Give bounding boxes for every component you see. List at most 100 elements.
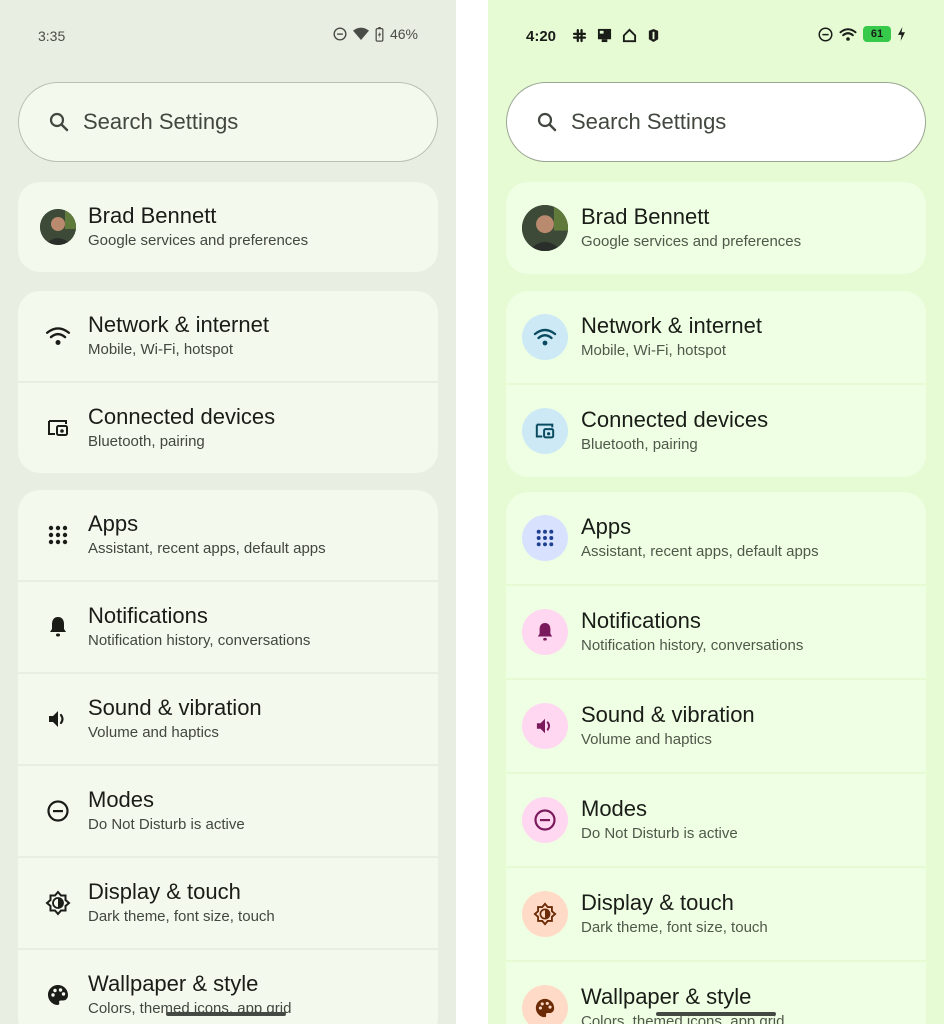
- battery-indicator: 61: [863, 26, 891, 42]
- settings-item-network[interactable]: Network & internet Mobile, Wi-Fi, hotspo…: [506, 291, 926, 383]
- account-name: Brad Bennett: [88, 203, 217, 228]
- settings-item-subtitle: Volume and haptics: [88, 724, 219, 741]
- apps-grid-icon: [40, 517, 76, 553]
- search-bar[interactable]: Search Settings: [506, 82, 926, 162]
- wifi-icon: [40, 318, 76, 354]
- status-icons: 46%: [333, 26, 418, 42]
- brightness-icon: [40, 885, 76, 921]
- settings-item-subtitle: Dark theme, font size, touch: [581, 919, 768, 936]
- avatar-container: [40, 209, 76, 245]
- settings-item-title: Notifications: [581, 608, 701, 633]
- avatar: [40, 209, 76, 245]
- search-placeholder: Search Settings: [83, 109, 239, 134]
- settings-item-title: Sound & vibration: [88, 695, 262, 720]
- bell-icon: [40, 609, 76, 645]
- divider: [456, 0, 488, 1024]
- dnd-status-icon: [818, 27, 833, 42]
- dnd-icon: [522, 797, 568, 843]
- battery-percent: 46%: [389, 26, 418, 42]
- account-item[interactable]: Brad Bennett Google services and prefere…: [506, 182, 926, 274]
- system-group: Apps Assistant, recent apps, default app…: [18, 490, 438, 1024]
- settings-item-network[interactable]: Network & internet Mobile, Wi-Fi, hotspo…: [18, 291, 438, 381]
- settings-item-subtitle: Dark theme, font size, touch: [88, 908, 275, 925]
- settings-item-title: Connected devices: [581, 407, 769, 432]
- settings-item-title: Connected devices: [88, 404, 276, 429]
- settings-item-notifications[interactable]: Notifications Notification history, conv…: [18, 582, 438, 672]
- wifi-icon: [522, 314, 568, 360]
- notification-icons: [572, 28, 660, 43]
- system-group: Apps Assistant, recent apps, default app…: [506, 492, 926, 1024]
- dnd-status-icon: [333, 27, 347, 41]
- settings-item-connected-devices[interactable]: Connected devices Bluetooth, pairing: [18, 383, 438, 473]
- settings-item-title: Apps: [88, 511, 139, 536]
- settings-item-notifications[interactable]: Notifications Notification history, conv…: [506, 586, 926, 678]
- settings-item-sound[interactable]: Sound & vibration Volume and haptics: [506, 680, 926, 772]
- settings-item-subtitle: Notification history, conversations: [88, 632, 311, 649]
- status-bar: 4:20 61: [488, 22, 944, 52]
- settings-item-subtitle: Do Not Disturb is active: [88, 816, 245, 833]
- settings-item-modes[interactable]: Modes Do Not Disturb is active: [506, 774, 926, 866]
- settings-item-title: Modes: [581, 796, 648, 821]
- settings-item-subtitle: Do Not Disturb is active: [581, 825, 738, 842]
- speaker-icon: [40, 701, 76, 737]
- gesture-handle[interactable]: [166, 1012, 286, 1016]
- news-icon: [597, 28, 612, 43]
- settings-item-subtitle: Assistant, recent apps, default apps: [581, 543, 819, 560]
- settings-item-title: Modes: [88, 787, 155, 812]
- avatar: [522, 205, 568, 251]
- settings-item-subtitle: Mobile, Wi-Fi, hotspot: [581, 342, 727, 359]
- settings-item-subtitle: Colors, themed icons, app grid: [88, 1000, 292, 1017]
- settings-item-modes[interactable]: Modes Do Not Disturb is active: [18, 766, 438, 856]
- settings-item-connected-devices[interactable]: Connected devices Bluetooth, pairing: [506, 385, 926, 477]
- comparison-page: 3:35 46% Search Settings Brad Bennett Go…: [0, 0, 944, 1024]
- settings-item-subtitle: Assistant, recent apps, default apps: [88, 540, 326, 557]
- settings-item-title: Network & internet: [581, 313, 762, 338]
- slack-icon: [572, 28, 587, 43]
- wifi-status-icon: [352, 27, 369, 41]
- apps-grid-icon: [522, 515, 568, 561]
- settings-item-sound[interactable]: Sound & vibration Volume and haptics: [18, 674, 438, 764]
- left-phone-screen: 3:35 46% Search Settings Brad Bennett Go…: [0, 0, 456, 1024]
- account-group: Brad Bennett Google services and prefere…: [18, 182, 438, 272]
- brightness-icon: [522, 891, 568, 937]
- settings-item-apps[interactable]: Apps Assistant, recent apps, default app…: [506, 492, 926, 584]
- settings-item-subtitle: Bluetooth, pairing: [581, 436, 698, 453]
- settings-item-apps[interactable]: Apps Assistant, recent apps, default app…: [18, 490, 438, 580]
- settings-item-display[interactable]: Display & touch Dark theme, font size, t…: [506, 868, 926, 960]
- settings-item-subtitle: Bluetooth, pairing: [88, 433, 205, 450]
- status-bar: 3:35 46%: [0, 22, 456, 52]
- settings-item-title: Sound & vibration: [581, 702, 755, 727]
- wifi-status-icon: [839, 27, 857, 42]
- search-bar[interactable]: Search Settings: [18, 82, 438, 162]
- search-icon: [537, 112, 557, 132]
- settings-item-title: Wallpaper & style: [88, 971, 259, 996]
- settings-item-display[interactable]: Display & touch Dark theme, font size, t…: [18, 858, 438, 948]
- connectivity-group: Network & internet Mobile, Wi-Fi, hotspo…: [506, 291, 926, 477]
- devices-icon: [40, 410, 76, 446]
- gesture-handle[interactable]: [656, 1012, 776, 1016]
- settings-item-title: Display & touch: [581, 890, 734, 915]
- avatar-container: [522, 205, 568, 251]
- status-icons: 61: [818, 26, 906, 42]
- settings-item-subtitle: Notification history, conversations: [581, 637, 804, 654]
- settings-item-subtitle: Mobile, Wi-Fi, hotspot: [88, 341, 234, 358]
- palette-icon: [40, 977, 76, 1013]
- settings-item-subtitle: Volume and haptics: [581, 731, 712, 748]
- settings-item-title: Apps: [581, 514, 632, 539]
- account-subtitle: Google services and preferences: [581, 233, 802, 250]
- status-time: 3:35: [38, 28, 66, 44]
- bell-icon: [522, 609, 568, 655]
- palette-icon: [522, 985, 568, 1024]
- account-name: Brad Bennett: [581, 204, 710, 229]
- settings-item-title: Display & touch: [88, 879, 241, 904]
- account-group: Brad Bennett Google services and prefere…: [506, 182, 926, 274]
- account-subtitle: Google services and preferences: [88, 232, 309, 249]
- settings-item-title: Wallpaper & style: [581, 984, 752, 1009]
- connectivity-group: Network & internet Mobile, Wi-Fi, hotspo…: [18, 291, 438, 473]
- account-item[interactable]: Brad Bennett Google services and prefere…: [18, 182, 438, 272]
- settings-item-title: Network & internet: [88, 312, 269, 337]
- speaker-icon: [522, 703, 568, 749]
- status-time: 4:20: [526, 28, 557, 45]
- charging-icon: [897, 27, 906, 41]
- battery-status-icon: [375, 26, 384, 42]
